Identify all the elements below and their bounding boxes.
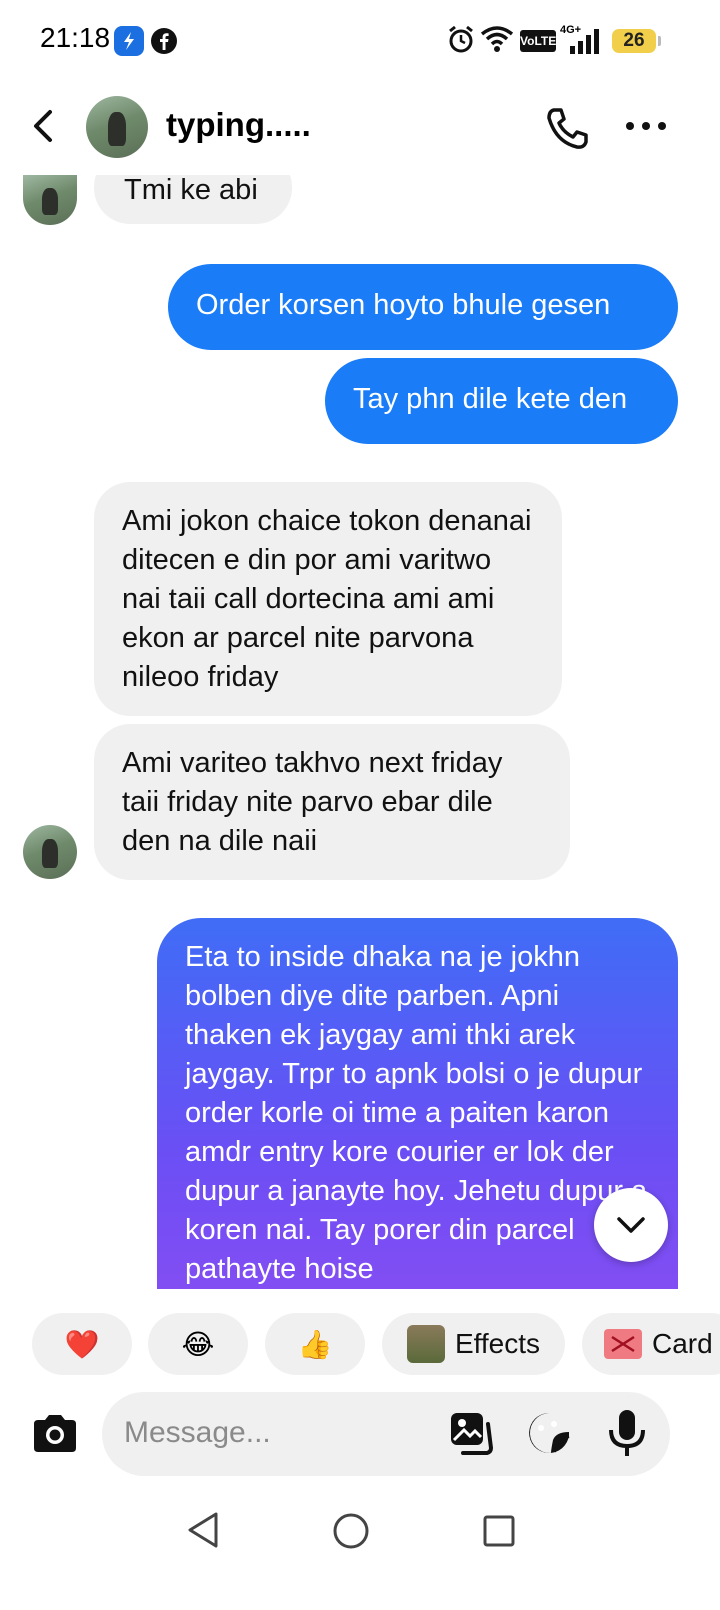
status-time: 21:18: [40, 22, 111, 53]
avatar[interactable]: [86, 96, 148, 158]
app-icon: [114, 26, 144, 56]
card-icon: [604, 1329, 642, 1359]
reaction-heart[interactable]: ❤️: [32, 1313, 132, 1375]
reaction-thumbs-up[interactable]: 👍: [265, 1313, 365, 1375]
scroll-to-bottom-button[interactable]: [594, 1188, 668, 1262]
message-bubble-incoming[interactable]: Ami jokon chaice tokon denanai ditecen e…: [94, 482, 562, 716]
thumbs-up-icon: 👍: [297, 1328, 333, 1360]
phone-icon[interactable]: [544, 104, 592, 152]
camera-icon[interactable]: [30, 1412, 80, 1456]
sender-avatar: [23, 175, 77, 225]
effects-chip[interactable]: Effects: [382, 1313, 565, 1375]
gallery-icon[interactable]: [448, 1410, 494, 1456]
conversation-title[interactable]: typing.....: [166, 106, 311, 144]
sender-avatar: [23, 825, 77, 879]
back-nav-icon[interactable]: [184, 1510, 224, 1550]
message-bubble-outgoing[interactable]: Tay phn dile kete den: [325, 358, 678, 444]
message-text: Ami variteo takhvo next friday taii frid…: [122, 747, 503, 857]
effects-label: Effects: [454, 1328, 541, 1359]
effects-icon: [406, 1325, 445, 1363]
mic-icon[interactable]: [606, 1408, 648, 1458]
message-bubble-outgoing[interactable]: Order korsen hoyto bhule gesen: [168, 264, 678, 350]
laughing-icon: 😂: [181, 1328, 215, 1360]
more-icon[interactable]: [624, 116, 668, 136]
message-text: Order korsen hoyto bhule gesen: [196, 289, 611, 321]
message-text: Ami jokon chaice tokon denanai ditecen e…: [122, 505, 532, 693]
facebook-icon: [150, 27, 178, 60]
wifi-icon: [480, 24, 514, 59]
reaction-laughing[interactable]: 😂: [148, 1313, 248, 1375]
signal-icon: [568, 28, 604, 59]
home-nav-icon[interactable]: [332, 1512, 370, 1550]
volte-icon: VoLTE: [520, 30, 556, 52]
battery-icon: 26: [612, 29, 661, 53]
sticker-icon[interactable]: [526, 1410, 572, 1456]
message-bubble-incoming[interactable]: Tmi ke abi: [94, 175, 292, 224]
back-icon[interactable]: [22, 104, 66, 148]
message-text: Tay phn dile kete den: [353, 383, 628, 415]
heart-icon: ❤️: [64, 1328, 100, 1360]
alarm-icon: [447, 24, 475, 59]
card-chip[interactable]: Card: [582, 1313, 720, 1375]
message-text: Eta to inside dhaka na je jokhn bolben d…: [185, 941, 648, 1285]
recents-nav-icon[interactable]: [482, 1514, 516, 1548]
card-label: Card: [652, 1328, 713, 1359]
message-list[interactable]: Tmi ke abi Order korsen hoyto bhule gese…: [0, 175, 720, 1289]
message-bubble-incoming[interactable]: Ami variteo takhvo next friday taii frid…: [94, 724, 570, 880]
message-placeholder: Message...: [124, 1416, 271, 1449]
message-text: Tmi ke abi: [124, 175, 258, 206]
